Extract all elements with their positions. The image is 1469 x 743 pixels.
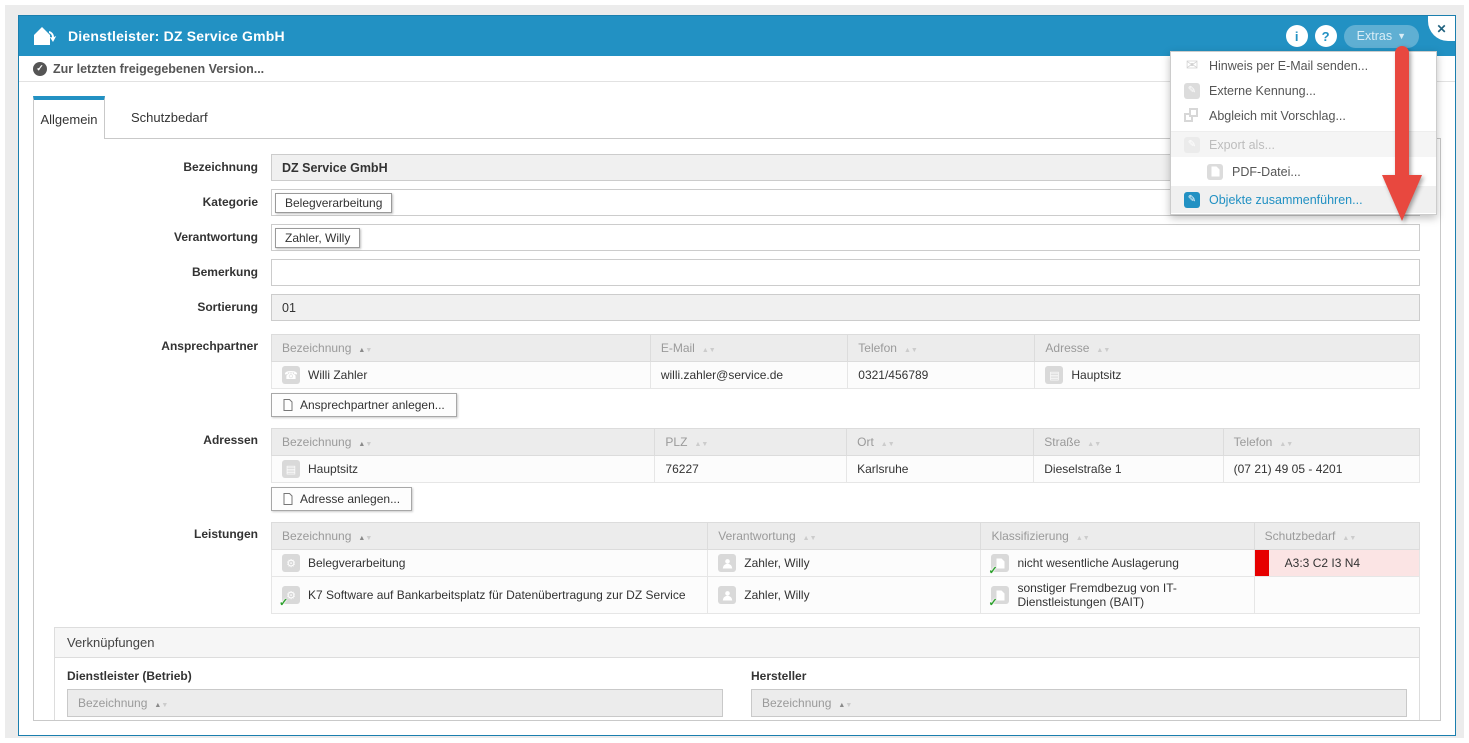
tab-allgemein[interactable]: Allgemein — [33, 96, 105, 139]
extras-button[interactable]: Extras ▼ — [1344, 25, 1419, 48]
schutzbedarf-cell: A3:3 C2 I3 N4 — [1254, 550, 1419, 577]
sort-icon: ▲▼ — [904, 347, 918, 354]
check-badge-icon: ✓ — [988, 596, 997, 609]
sort-icon: ▲▼ — [838, 702, 852, 709]
sortierung-field[interactable] — [271, 294, 1420, 321]
table-row[interactable]: ▤Hauptsitz 76227 Karlsruhe Dieselstraße … — [272, 456, 1420, 483]
classification-icon: ✓ — [991, 586, 1009, 604]
column-header[interactable]: Bezeichnung▲▼ — [67, 689, 723, 717]
close-icon: ✕ — [1436, 22, 1446, 36]
tab-schutzbedarf[interactable]: Schutzbedarf — [105, 96, 234, 138]
sort-icon: ▲▼ — [358, 535, 372, 542]
dienstleister-dialog: Dienstleister: DZ Service GmbH i ? Extra… — [18, 15, 1456, 736]
table-row[interactable]: ⚙Belegverarbeitung Zahler, Willy ✓nicht … — [272, 550, 1420, 577]
window-title: Dienstleister: DZ Service GmbH — [68, 28, 285, 44]
table-row[interactable]: ⚙✓K7 Software auf Bankarbeitsplatz für D… — [272, 577, 1420, 614]
service-gear-icon: ⚙ — [282, 554, 300, 572]
sort-icon: ▲▼ — [358, 347, 372, 354]
titlebar: Dienstleister: DZ Service GmbH i ? Extra… — [19, 16, 1455, 56]
sort-icon: ▲▼ — [1076, 535, 1090, 542]
verantwortung-chip[interactable]: Zahler, Willy — [275, 228, 360, 248]
sort-icon: ▲▼ — [1342, 535, 1356, 542]
kategorie-label: Kategorie — [54, 189, 271, 216]
person-icon — [718, 586, 736, 604]
bemerkung-label: Bemerkung — [54, 259, 271, 286]
column-header[interactable]: Telefon▲▼ — [848, 335, 1035, 362]
column-header[interactable]: E-Mail▲▼ — [650, 335, 847, 362]
dienstleister-betrieb-label: Dienstleister (Betrieb) — [67, 669, 723, 683]
new-document-icon — [283, 493, 293, 505]
mail-icon: ✉ — [1184, 58, 1200, 73]
verantwortung-label: Verantwortung — [54, 224, 271, 251]
sort-icon: ▲▼ — [881, 441, 895, 448]
risk-level-indicator — [1255, 550, 1269, 576]
column-header[interactable]: PLZ▲▼ — [655, 429, 847, 456]
menu-item-abgleich-vorschlag[interactable]: Abgleich mit Vorschlag... — [1171, 103, 1436, 128]
column-header[interactable]: Bezeichnung▲▼ — [272, 429, 655, 456]
add-adresse-button[interactable]: Adresse anlegen... — [271, 487, 412, 511]
verknuepfungen-title: Verknüpfungen — [55, 628, 1419, 658]
contact-icon: ☎ — [282, 366, 300, 384]
sort-icon: ▲▼ — [1087, 441, 1101, 448]
menu-item-externe-kennung[interactable]: ✎ Externe Kennung... — [1171, 78, 1436, 103]
sortierung-label: Sortierung — [54, 294, 271, 321]
column-header[interactable]: Straße▲▼ — [1034, 429, 1223, 456]
adressen-label: Adressen — [54, 428, 271, 522]
service-provider-icon — [33, 25, 57, 47]
column-header[interactable]: Klassifizierung▲▼ — [981, 523, 1254, 550]
merge-icon: ✎ — [1184, 192, 1200, 208]
leistungen-label: Leistungen — [54, 522, 271, 614]
column-header[interactable]: Telefon▲▼ — [1223, 429, 1419, 456]
sort-icon: ▲▼ — [803, 535, 817, 542]
help-button[interactable]: ? — [1315, 25, 1337, 47]
pdf-file-icon — [1207, 164, 1223, 180]
chevron-down-icon: ▼ — [1397, 31, 1406, 41]
sort-icon: ▲▼ — [1096, 347, 1110, 354]
kategorie-chip[interactable]: Belegverarbeitung — [275, 193, 392, 213]
verantwortung-field[interactable]: Zahler, Willy — [271, 224, 1420, 251]
column-header[interactable]: Bezeichnung▲▼ — [272, 335, 651, 362]
address-icon: ▤ — [282, 460, 300, 478]
sort-icon: ▲▼ — [694, 441, 708, 448]
sort-icon: ▲▼ — [702, 347, 716, 354]
sort-icon: ▲▼ — [358, 441, 372, 448]
column-header[interactable]: Bezeichnung▲▼ — [751, 689, 1407, 717]
column-header[interactable]: Ort▲▼ — [847, 429, 1034, 456]
bezeichnung-label: Bezeichnung — [54, 154, 271, 181]
person-icon — [718, 554, 736, 572]
checkmark-circle-icon: ✓ — [33, 62, 47, 76]
address-icon: ▤ — [1045, 366, 1063, 384]
tab-panel-allgemein: Bezeichnung Kategorie Belegverarbeitung … — [33, 138, 1441, 721]
service-gear-icon: ⚙✓ — [282, 586, 300, 604]
ansprechpartner-table: Bezeichnung▲▼ E-Mail▲▼ Telefon▲▼ Adresse… — [271, 334, 1420, 389]
sort-icon: ▲▼ — [1279, 441, 1293, 448]
leistungen-table: Bezeichnung▲▼ Verantwortung▲▼ Klassifizi… — [271, 522, 1420, 614]
column-header[interactable]: Bezeichnung▲▼ — [272, 523, 708, 550]
check-badge-icon: ✓ — [279, 596, 288, 609]
bemerkung-field[interactable] — [271, 259, 1420, 286]
column-header[interactable]: Verantwortung▲▼ — [708, 523, 981, 550]
hersteller-label: Hersteller — [751, 669, 1407, 683]
check-badge-icon: ✓ — [988, 564, 997, 577]
adressen-table: Bezeichnung▲▼ PLZ▲▼ Ort▲▼ Straße▲▼ Telef… — [271, 428, 1420, 483]
copy-icon — [1184, 108, 1200, 124]
extras-menu: ✉ Hinweis per E-Mail senden... ✎ Externe… — [1170, 51, 1437, 215]
table-row[interactable]: ☎Willi Zahler willi.zahler@service.de 03… — [272, 362, 1420, 389]
export-icon: ✎ — [1184, 137, 1200, 153]
menu-item-export-als[interactable]: ✎ Export als... — [1171, 131, 1436, 157]
menu-item-objekte-zusammenfuehren[interactable]: ✎ Objekte zusammenführen... — [1171, 186, 1436, 213]
menu-item-hinweis-email[interactable]: ✉ Hinweis per E-Mail senden... — [1171, 53, 1436, 78]
classification-icon: ✓ — [991, 554, 1009, 572]
sort-icon: ▲▼ — [154, 702, 168, 709]
menu-item-pdf-datei[interactable]: PDF-Datei... — [1171, 157, 1436, 186]
column-header[interactable]: Adresse▲▼ — [1035, 335, 1420, 362]
verknuepfungen-section: Verknüpfungen Dienstleister (Betrieb) Be… — [54, 627, 1420, 721]
ansprechpartner-label: Ansprechpartner — [54, 334, 271, 428]
new-document-icon — [283, 399, 293, 411]
add-ansprechpartner-button[interactable]: Ansprechpartner anlegen... — [271, 393, 457, 417]
column-header[interactable]: Schutzbedarf▲▼ — [1254, 523, 1419, 550]
info-button[interactable]: i — [1286, 25, 1308, 47]
edit-icon: ✎ — [1184, 83, 1200, 99]
